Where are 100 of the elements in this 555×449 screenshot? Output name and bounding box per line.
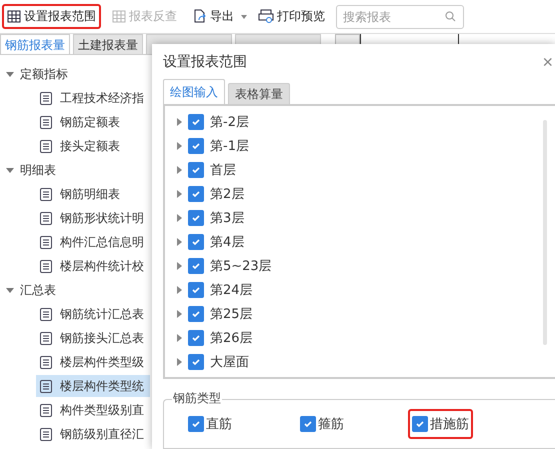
floor-label: 第24层: [210, 282, 253, 299]
expand-arrow-icon[interactable]: [177, 310, 182, 318]
expand-caret-icon[interactable]: [6, 70, 14, 78]
document-icon: [40, 428, 52, 440]
check-icon: [191, 285, 201, 295]
rebar-type-label: 直筋: [206, 416, 232, 433]
rebar-type-label: 措施筋: [430, 416, 469, 433]
rebar-type-option[interactable]: 直筋: [184, 409, 236, 439]
report-item[interactable]: 钢筋明细表: [36, 183, 150, 205]
expand-arrow-icon[interactable]: [177, 334, 182, 342]
check-icon: [191, 165, 201, 175]
expand-arrow-icon[interactable]: [177, 142, 182, 150]
report-item[interactable]: 构件汇总信息明: [36, 231, 150, 253]
print-preview-icon: [258, 9, 274, 24]
document-icon: [40, 92, 52, 104]
report-item[interactable]: 钢筋统计汇总表: [36, 303, 150, 325]
floor-checkbox[interactable]: [188, 210, 204, 226]
tree-group-label[interactable]: 汇总表: [20, 282, 56, 298]
check-icon: [191, 117, 201, 127]
floor-checkbox[interactable]: [188, 354, 204, 370]
floor-label: 第2层: [210, 186, 244, 203]
floor-checkbox[interactable]: [188, 162, 204, 178]
table-icon: [112, 10, 126, 23]
document-icon: [40, 380, 52, 392]
floor-checkbox[interactable]: [188, 114, 204, 130]
report-item[interactable]: 钢筋接头汇总表: [36, 327, 150, 349]
report-tab[interactable]: 钢筋报表量: [0, 34, 70, 54]
floor-checkbox[interactable]: [188, 138, 204, 154]
check-icon: [191, 141, 201, 151]
floor-label: 第26层: [210, 330, 253, 347]
report-item[interactable]: 楼层构件类型统: [36, 375, 150, 397]
expand-arrow-icon[interactable]: [177, 166, 182, 174]
expand-arrow-icon[interactable]: [177, 214, 182, 222]
document-icon: [40, 116, 52, 128]
document-icon: [40, 332, 52, 344]
check-icon: [191, 237, 201, 247]
floor-label: 第4层: [210, 234, 244, 251]
floor-checkbox[interactable]: [188, 258, 204, 274]
check-icon: [191, 419, 201, 429]
document-icon: [40, 140, 52, 152]
expand-caret-icon[interactable]: [6, 286, 14, 294]
report-item[interactable]: 钢筋级别直径汇: [36, 423, 150, 445]
table-icon: [7, 10, 21, 23]
expand-arrow-icon[interactable]: [177, 118, 182, 126]
group-title: 钢筋类型: [172, 390, 222, 407]
report-item[interactable]: 接头定额表: [36, 135, 150, 157]
report-item[interactable]: 钢筋定额表: [36, 111, 150, 133]
report-tab[interactable]: 土建报表量: [73, 34, 143, 54]
expand-arrow-icon[interactable]: [177, 286, 182, 294]
check-icon: [191, 261, 201, 271]
dropdown-caret-icon[interactable]: [241, 14, 247, 18]
floor-label: 第-2层: [210, 114, 249, 131]
floor-checkbox[interactable]: [188, 330, 204, 346]
document-icon: [40, 404, 52, 416]
check-icon: [303, 419, 313, 429]
toolbar-button[interactable]: 设置报表范围: [2, 4, 101, 29]
dialog-tab[interactable]: 绘图输入: [163, 79, 225, 104]
expand-arrow-icon[interactable]: [177, 262, 182, 270]
floor-checkbox[interactable]: [188, 234, 204, 250]
report-item[interactable]: 楼层构件类型级: [36, 351, 150, 373]
floor-label: 第-1层: [210, 138, 249, 155]
report-item[interactable]: 构件类型级别直: [36, 399, 150, 421]
floor-label: 第3层: [210, 210, 244, 227]
dialog-tab[interactable]: 表格算量: [228, 83, 290, 104]
expand-caret-icon[interactable]: [6, 166, 14, 174]
report-item[interactable]: 钢筋形状统计明: [36, 207, 150, 229]
tree-group-label[interactable]: 定额指标: [20, 66, 68, 82]
rebar-type-option[interactable]: 箍筋: [296, 409, 348, 439]
report-item[interactable]: 楼层构件统计校: [36, 255, 150, 277]
rebar-type-checkbox[interactable]: [300, 416, 316, 432]
rebar-type-option[interactable]: 措施筋: [408, 409, 473, 439]
floor-checkbox[interactable]: [188, 282, 204, 298]
check-icon: [191, 309, 201, 319]
close-button[interactable]: ×: [540, 52, 555, 72]
check-icon: [191, 333, 201, 343]
floor-checkbox[interactable]: [188, 186, 204, 202]
export-icon: [193, 9, 207, 24]
document-icon: [40, 236, 52, 248]
check-icon: [191, 189, 201, 199]
document-icon: [40, 260, 52, 272]
floor-label: 第25层: [210, 306, 253, 323]
expand-arrow-icon[interactable]: [177, 190, 182, 198]
rebar-type-checkbox[interactable]: [188, 416, 204, 432]
floor-label: 首层: [210, 162, 236, 179]
check-icon: [191, 213, 201, 223]
search-field[interactable]: 搜索报表: [336, 4, 464, 28]
toolbar-button[interactable]: 导出: [188, 4, 239, 29]
check-icon: [191, 357, 201, 367]
tree-group-label[interactable]: 明细表: [20, 162, 56, 178]
toolbar-button[interactable]: 打印预览: [253, 4, 330, 29]
report-item[interactable]: 工程技术经济指: [36, 87, 150, 109]
document-icon: [40, 308, 52, 320]
floor-label: 大屋面: [210, 354, 249, 371]
document-icon: [40, 188, 52, 200]
rebar-type-checkbox[interactable]: [412, 416, 428, 432]
expand-arrow-icon[interactable]: [177, 238, 182, 246]
dialog-title: 设置报表范围: [163, 53, 247, 71]
floor-label: 第5~23层: [210, 258, 272, 275]
floor-checkbox[interactable]: [188, 306, 204, 322]
expand-arrow-icon[interactable]: [177, 358, 182, 366]
